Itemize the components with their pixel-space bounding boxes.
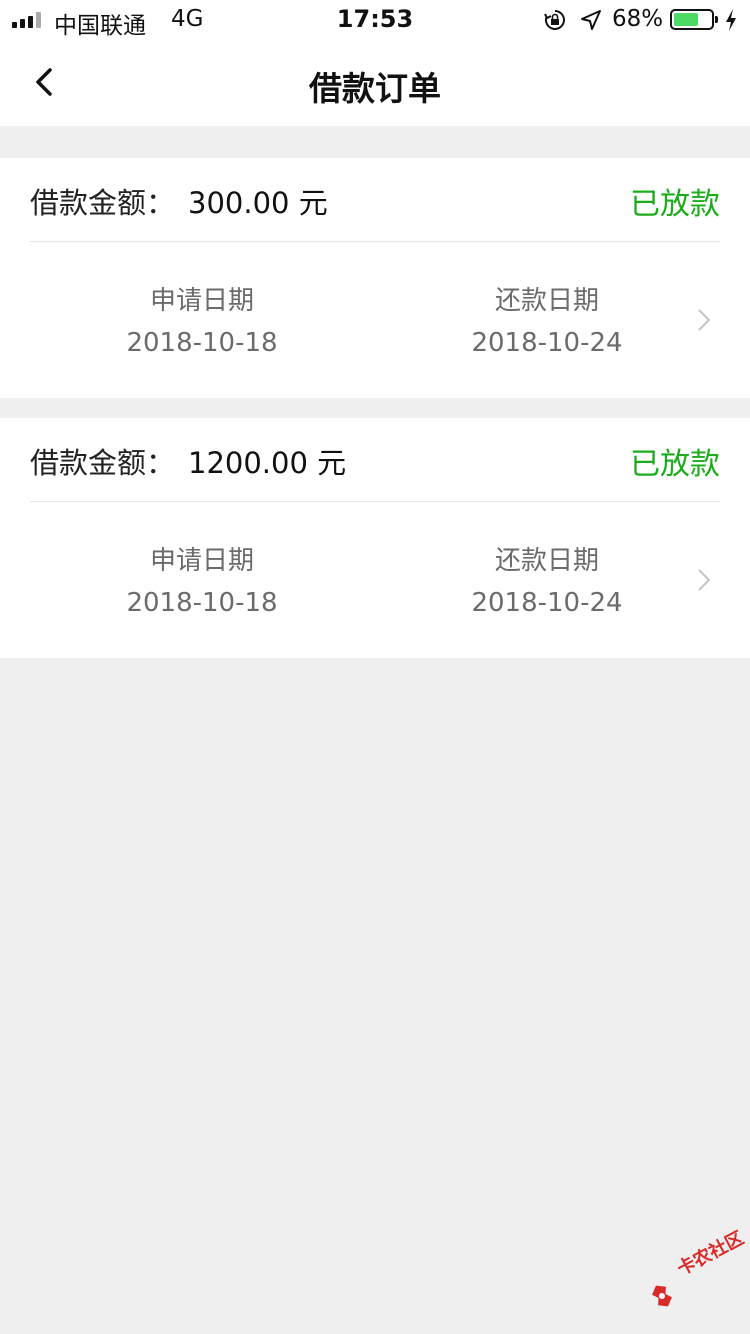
chevron-right-icon [698, 309, 711, 331]
apply-date-label: 申请日期 [149, 286, 254, 316]
amount-label: 借款金额： [30, 446, 176, 480]
apply-date-value: 2018-10-18 [126, 328, 278, 358]
orientation-lock-icon [544, 10, 565, 30]
charging-bolt-icon [726, 9, 736, 31]
navigation-bar: 借款订单 [0, 40, 750, 126]
loan-order-card[interactable]: 借款金额： 1200.00 元 已放款 申请日期 2018-10-18 还款日期… [0, 418, 750, 658]
status-badge: 已放款 [630, 187, 720, 222]
repay-date-label: 还款日期 [494, 286, 599, 316]
apply-date-label: 申请日期 [149, 546, 254, 576]
repay-date-column: 还款日期 2018-10-24 [427, 544, 667, 620]
amount-value: 300.00 元 [188, 186, 328, 220]
battery-icon [670, 9, 718, 30]
page-title: 借款订单 [309, 69, 441, 108]
order-header: 借款金额： 300.00 元 已放款 [30, 158, 720, 242]
status-badge: 已放款 [630, 447, 720, 482]
repay-date-column: 还款日期 2018-10-24 [427, 284, 667, 360]
amount-label: 借款金额： [30, 186, 176, 220]
repay-date-label: 还款日期 [494, 546, 599, 576]
status-bar: 中国联通 4G 17:53 68% [0, 0, 750, 40]
apply-date-value: 2018-10-18 [126, 588, 278, 618]
apply-date-column: 申请日期 2018-10-18 [82, 284, 322, 360]
order-header: 借款金额： 1200.00 元 已放款 [30, 418, 720, 502]
apply-date-column: 申请日期 2018-10-18 [82, 544, 322, 620]
battery-percent: 68% [612, 6, 664, 32]
chevron-right-icon [698, 569, 711, 591]
location-arrow-icon [581, 10, 601, 30]
battery-fill [674, 13, 698, 26]
repay-date-value: 2018-10-24 [471, 328, 623, 358]
loan-order-card[interactable]: 借款金额： 300.00 元 已放款 申请日期 2018-10-18 还款日期 … [0, 158, 750, 398]
amount-value: 1200.00 元 [188, 446, 347, 480]
repay-date-value: 2018-10-24 [471, 588, 623, 618]
